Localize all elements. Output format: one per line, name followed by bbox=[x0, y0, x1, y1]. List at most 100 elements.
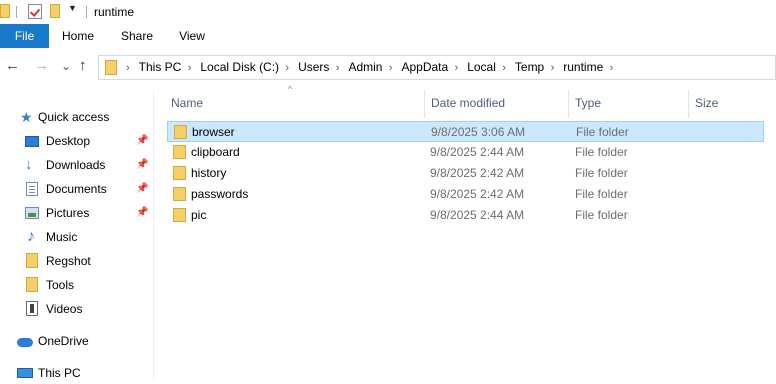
breadcrumb-temp[interactable]: Temp bbox=[515, 56, 544, 79]
star-icon: ★ bbox=[20, 109, 33, 125]
sidebar-item-label: Music bbox=[46, 230, 78, 244]
breadcrumb-appdata[interactable]: AppData bbox=[401, 56, 448, 79]
chevron-right-icon[interactable]: › bbox=[455, 57, 459, 80]
chevron-right-icon[interactable]: › bbox=[126, 57, 130, 80]
file-type: File folder bbox=[575, 187, 628, 201]
file-row-history[interactable]: history 9/8/2025 2:42 AM File folder bbox=[167, 163, 764, 184]
sidebar-item-documents[interactable]: Documents 📌 bbox=[0, 178, 153, 200]
file-type: File folder bbox=[576, 125, 629, 139]
address-bar[interactable]: › This PC › Local Disk (C:) › Users › Admin … bbox=[98, 55, 776, 80]
file-name: pic bbox=[191, 208, 207, 222]
customize-dropdown-icon[interactable]: ▼ bbox=[68, 3, 77, 13]
file-date-modified: 9/8/2025 2:44 AM bbox=[430, 208, 525, 222]
file-row-pic[interactable]: pic 9/8/2025 2:44 AM File folder bbox=[167, 205, 764, 226]
file-name: browser bbox=[192, 125, 235, 139]
folder-icon bbox=[105, 60, 117, 75]
videos-icon bbox=[26, 301, 38, 316]
breadcrumb-users[interactable]: Users bbox=[298, 56, 329, 79]
file-row-browser[interactable]: browser 9/8/2025 3:06 AM File folder bbox=[167, 121, 764, 142]
sidebar-item-quick-access[interactable]: ★ Quick access bbox=[0, 106, 153, 128]
file-name: history bbox=[191, 166, 227, 180]
sidebar-item-label: Videos bbox=[46, 302, 83, 316]
column-header-name[interactable]: Name bbox=[171, 92, 421, 114]
recent-locations-chevron-icon[interactable]: ⌄ bbox=[61, 58, 71, 74]
breadcrumb: › This PC › Local Disk (C:) › Users › Admin … bbox=[123, 56, 622, 79]
chevron-right-icon[interactable]: › bbox=[188, 57, 192, 80]
chevron-right-icon[interactable]: › bbox=[551, 57, 555, 80]
tab-file[interactable]: File bbox=[0, 24, 49, 48]
sidebar-item-this-pc[interactable]: This PC bbox=[0, 362, 153, 384]
tab-home[interactable]: Home bbox=[52, 24, 104, 48]
sidebar-item-downloads[interactable]: ↓ Downloads 📌 bbox=[0, 154, 153, 176]
chevron-right-icon[interactable]: › bbox=[389, 57, 393, 80]
file-type: File folder bbox=[575, 208, 628, 222]
folder-icon bbox=[173, 208, 186, 222]
file-row-clipboard[interactable]: clipboard 9/8/2025 2:44 AM File folder bbox=[167, 142, 764, 163]
back-arrow-icon[interactable]: ← bbox=[5, 58, 20, 74]
folder-icon bbox=[173, 166, 186, 180]
window-title: runtime bbox=[94, 5, 135, 19]
sidebar-item-pictures[interactable]: Pictures 📌 bbox=[0, 202, 153, 224]
breadcrumb-local[interactable]: Local bbox=[467, 56, 496, 79]
folder-icon bbox=[173, 187, 186, 201]
file-name: passwords bbox=[191, 187, 249, 201]
sidebar-item-label: Desktop bbox=[46, 134, 91, 148]
file-type: File folder bbox=[575, 166, 628, 180]
chevron-right-icon[interactable]: › bbox=[285, 57, 289, 80]
file-date-modified: 9/8/2025 3:06 AM bbox=[431, 125, 526, 139]
column-divider[interactable] bbox=[568, 90, 569, 118]
sidebar-item-music[interactable]: ♪ Music bbox=[0, 226, 153, 248]
pane-divider[interactable] bbox=[153, 90, 154, 380]
documents-icon bbox=[26, 182, 38, 196]
new-folder-icon[interactable] bbox=[50, 4, 60, 18]
chevron-right-icon[interactable]: › bbox=[502, 57, 506, 80]
sidebar-item-tools[interactable]: Tools bbox=[0, 274, 153, 296]
folder-icon bbox=[174, 125, 187, 139]
file-date-modified: 9/8/2025 2:44 AM bbox=[430, 145, 525, 159]
sidebar-item-onedrive[interactable]: OneDrive bbox=[0, 330, 153, 352]
chevron-right-icon[interactable]: › bbox=[336, 57, 340, 80]
column-header-type[interactable]: Type bbox=[575, 92, 683, 114]
file-type: File folder bbox=[575, 145, 628, 159]
folder-icon bbox=[26, 277, 38, 292]
properties-check-icon[interactable] bbox=[28, 4, 42, 19]
pin-icon[interactable]: 📌 bbox=[136, 130, 148, 152]
sidebar-item-label: Downloads bbox=[46, 158, 106, 172]
pin-icon[interactable]: 📌 bbox=[136, 154, 148, 176]
column-divider[interactable] bbox=[688, 90, 689, 118]
pictures-icon bbox=[25, 207, 39, 219]
music-icon: ♪ bbox=[27, 228, 35, 245]
column-divider[interactable] bbox=[424, 90, 425, 118]
file-date-modified: 9/8/2025 2:42 AM bbox=[430, 187, 525, 201]
forward-arrow-icon[interactable]: → bbox=[34, 58, 49, 74]
desktop-icon bbox=[25, 136, 39, 147]
title-bar: ▼ runtime bbox=[0, 0, 776, 24]
pin-icon[interactable]: 📌 bbox=[136, 178, 148, 200]
cloud-icon bbox=[17, 338, 33, 347]
breadcrumb-runtime[interactable]: runtime bbox=[563, 56, 603, 79]
breadcrumb-admin[interactable]: Admin bbox=[348, 56, 382, 79]
breadcrumb-local-disk[interactable]: Local Disk (C:) bbox=[200, 56, 279, 79]
chevron-right-icon[interactable]: › bbox=[610, 57, 614, 80]
file-row-passwords[interactable]: passwords 9/8/2025 2:42 AM File folder bbox=[167, 184, 764, 205]
tab-share[interactable]: Share bbox=[112, 24, 162, 48]
file-name: clipboard bbox=[191, 145, 240, 159]
folder-icon bbox=[173, 145, 186, 159]
sidebar-item-label: OneDrive bbox=[38, 334, 89, 348]
breadcrumb-this-pc[interactable]: This PC bbox=[139, 56, 182, 79]
pc-icon bbox=[17, 368, 33, 378]
sidebar-item-label: Tools bbox=[46, 278, 75, 292]
pin-icon[interactable]: 📌 bbox=[136, 202, 148, 224]
tab-view[interactable]: View bbox=[168, 24, 216, 48]
sidebar-item-desktop[interactable]: Desktop 📌 bbox=[0, 130, 153, 152]
sidebar-item-regshot[interactable]: Regshot bbox=[0, 250, 153, 272]
ribbon-tabs: File Home Share View bbox=[0, 24, 776, 49]
up-arrow-icon[interactable]: ↑ bbox=[79, 58, 87, 74]
folder-icon[interactable] bbox=[0, 4, 10, 18]
sidebar-item-label: Quick access bbox=[38, 110, 110, 124]
sidebar-item-videos[interactable]: Videos bbox=[0, 298, 153, 320]
sidebar-item-label: Regshot bbox=[46, 254, 91, 268]
column-header-size[interactable]: Size bbox=[695, 92, 765, 114]
column-header-date-modified[interactable]: Date modified bbox=[431, 92, 566, 114]
toolbar-separator bbox=[86, 6, 87, 18]
